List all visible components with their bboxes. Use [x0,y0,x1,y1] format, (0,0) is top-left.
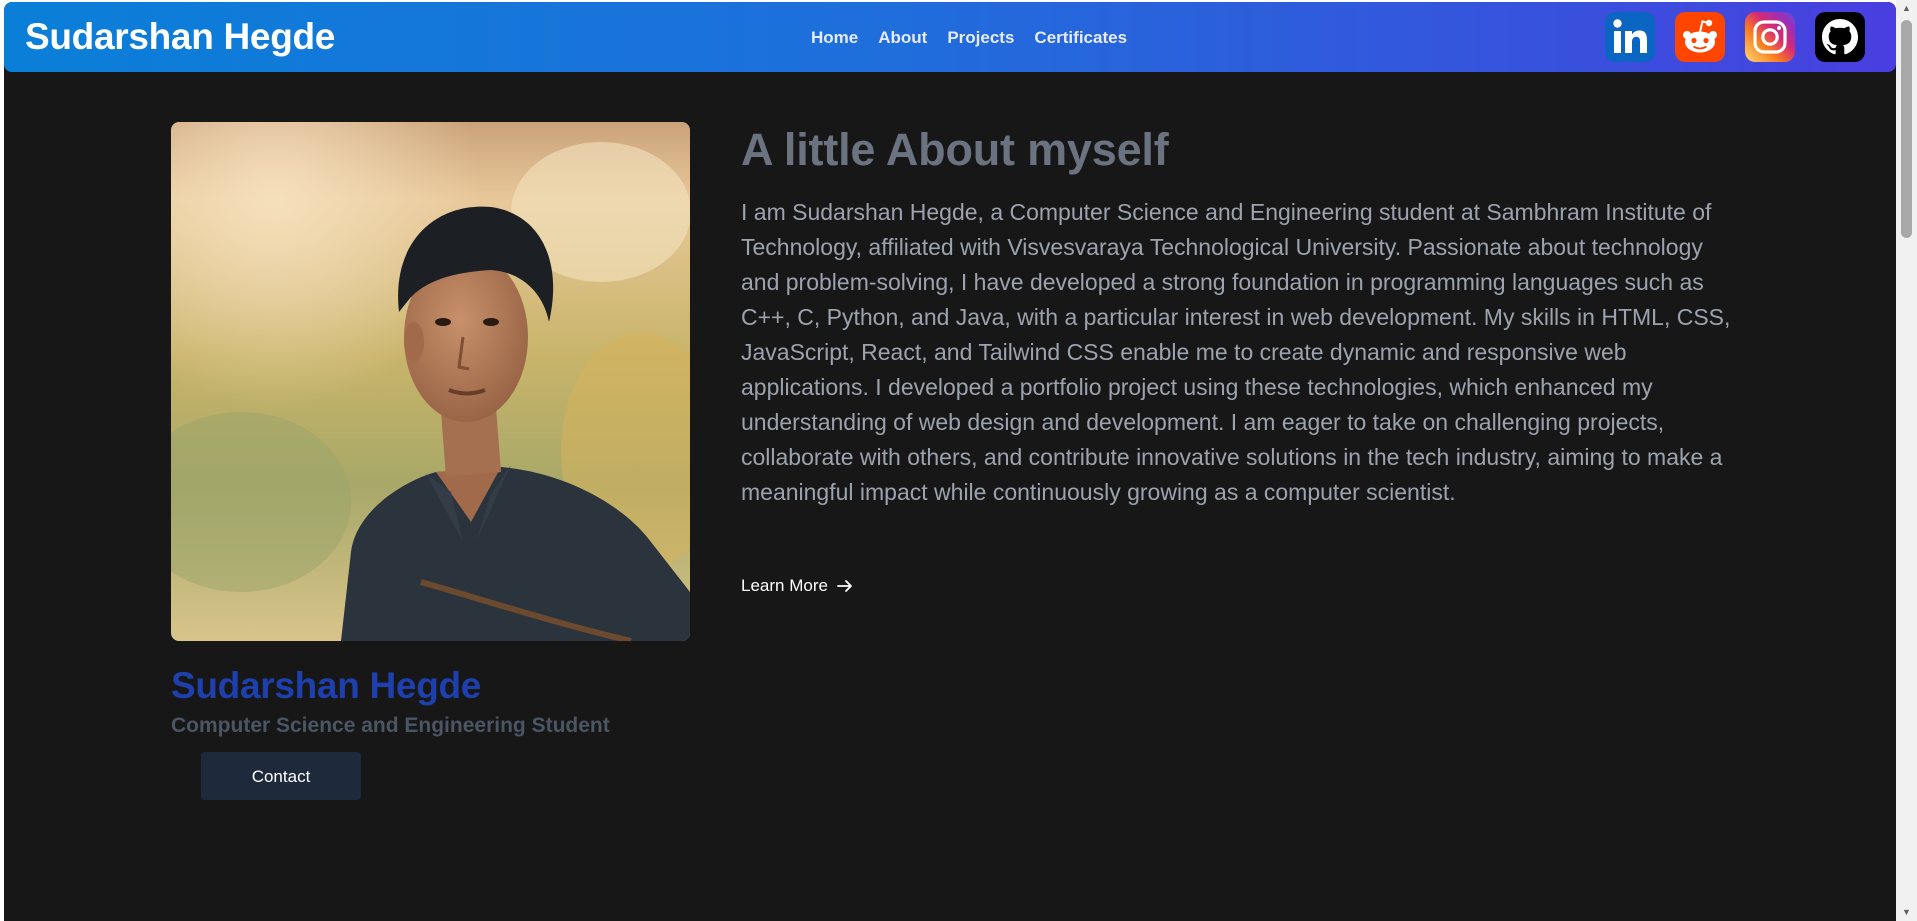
navbar: Sudarshan Hegde Home About Projects Cert… [4,2,1896,72]
learn-more-link[interactable]: Learn More [741,574,854,598]
about-heading: A little About myself [741,124,1169,175]
scroll-down-arrow-icon[interactable]: ▼ [1896,904,1917,921]
site-brand[interactable]: Sudarshan Hegde [25,17,335,57]
nav-links: Home About Projects Certificates [811,28,1127,48]
nav-projects[interactable]: Projects [947,28,1014,48]
contact-button[interactable]: Contact [201,752,361,800]
profile-photo [171,122,690,641]
nav-home[interactable]: Home [811,28,858,48]
github-icon[interactable] [1815,12,1865,62]
nav-about[interactable]: About [878,28,927,48]
scroll-thumb[interactable] [1901,20,1912,238]
linkedin-icon[interactable] [1605,12,1655,62]
scrollbar[interactable]: ▲ ▼ [1896,0,1917,921]
profile-name: Sudarshan Hegde [171,665,482,706]
page: Sudarshan Hegde Home About Projects Cert… [4,2,1896,921]
arrow-right-icon [837,580,852,592]
reddit-icon[interactable] [1675,12,1725,62]
learn-more-label: Learn More [741,576,828,595]
social-links [1605,12,1865,62]
scroll-up-arrow-icon[interactable]: ▲ [1896,0,1917,17]
profile-role: Computer Science and Engineering Student [171,714,610,737]
instagram-icon[interactable] [1745,12,1795,62]
nav-certificates[interactable]: Certificates [1034,28,1127,48]
about-paragraph: I am Sudarshan Hegde, a Computer Science… [741,199,1731,505]
